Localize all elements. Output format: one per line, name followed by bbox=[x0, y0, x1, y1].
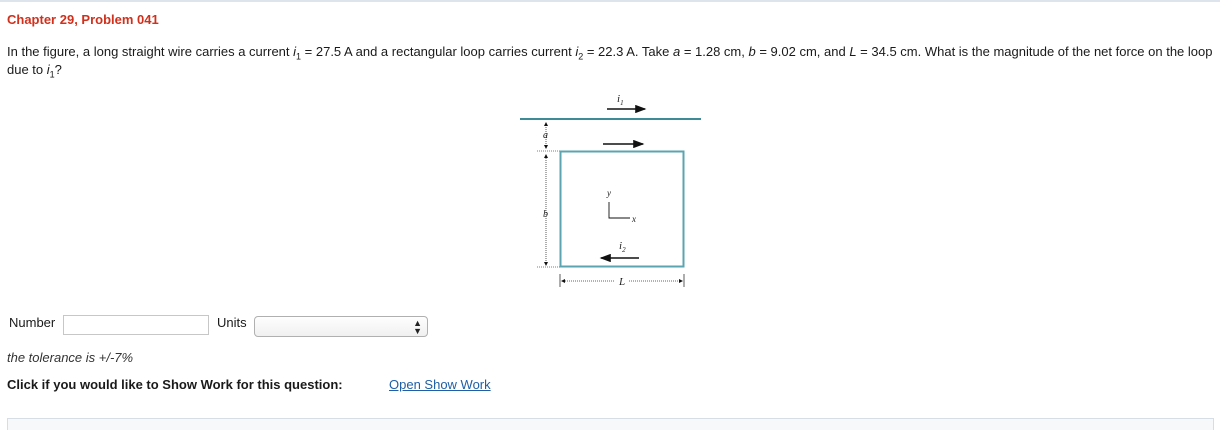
bottom-panel bbox=[7, 418, 1214, 430]
units-label: Units bbox=[217, 315, 247, 330]
problem-statement: In the figure, a long straight wire carr… bbox=[7, 44, 1213, 80]
x-axis-label: x bbox=[631, 214, 636, 224]
y-axis-label: y bbox=[606, 188, 611, 198]
coordinate-axes bbox=[608, 202, 630, 219]
i2-label: i2 bbox=[619, 240, 626, 254]
top-divider bbox=[0, 0, 1220, 2]
wire-loop-figure: i1 a b y x i2 L bbox=[520, 93, 701, 288]
updown-chevron-icon: ▲ ▼ bbox=[413, 318, 422, 336]
tolerance-note: the tolerance is +/-7% bbox=[7, 350, 134, 365]
L-label: L bbox=[618, 276, 625, 288]
show-work-prompt: Click if you would like to Show Work for… bbox=[7, 377, 343, 392]
i1-label: i1 bbox=[617, 93, 624, 107]
problem-title: Chapter 29, Problem 041 bbox=[7, 12, 159, 27]
b-label: b bbox=[543, 209, 548, 220]
open-show-work-link[interactable]: Open Show Work bbox=[389, 377, 491, 392]
number-label: Number bbox=[9, 315, 56, 330]
a-label: a bbox=[543, 130, 548, 141]
units-select[interactable]: ▲ ▼ bbox=[254, 316, 428, 337]
number-input[interactable] bbox=[63, 315, 209, 335]
